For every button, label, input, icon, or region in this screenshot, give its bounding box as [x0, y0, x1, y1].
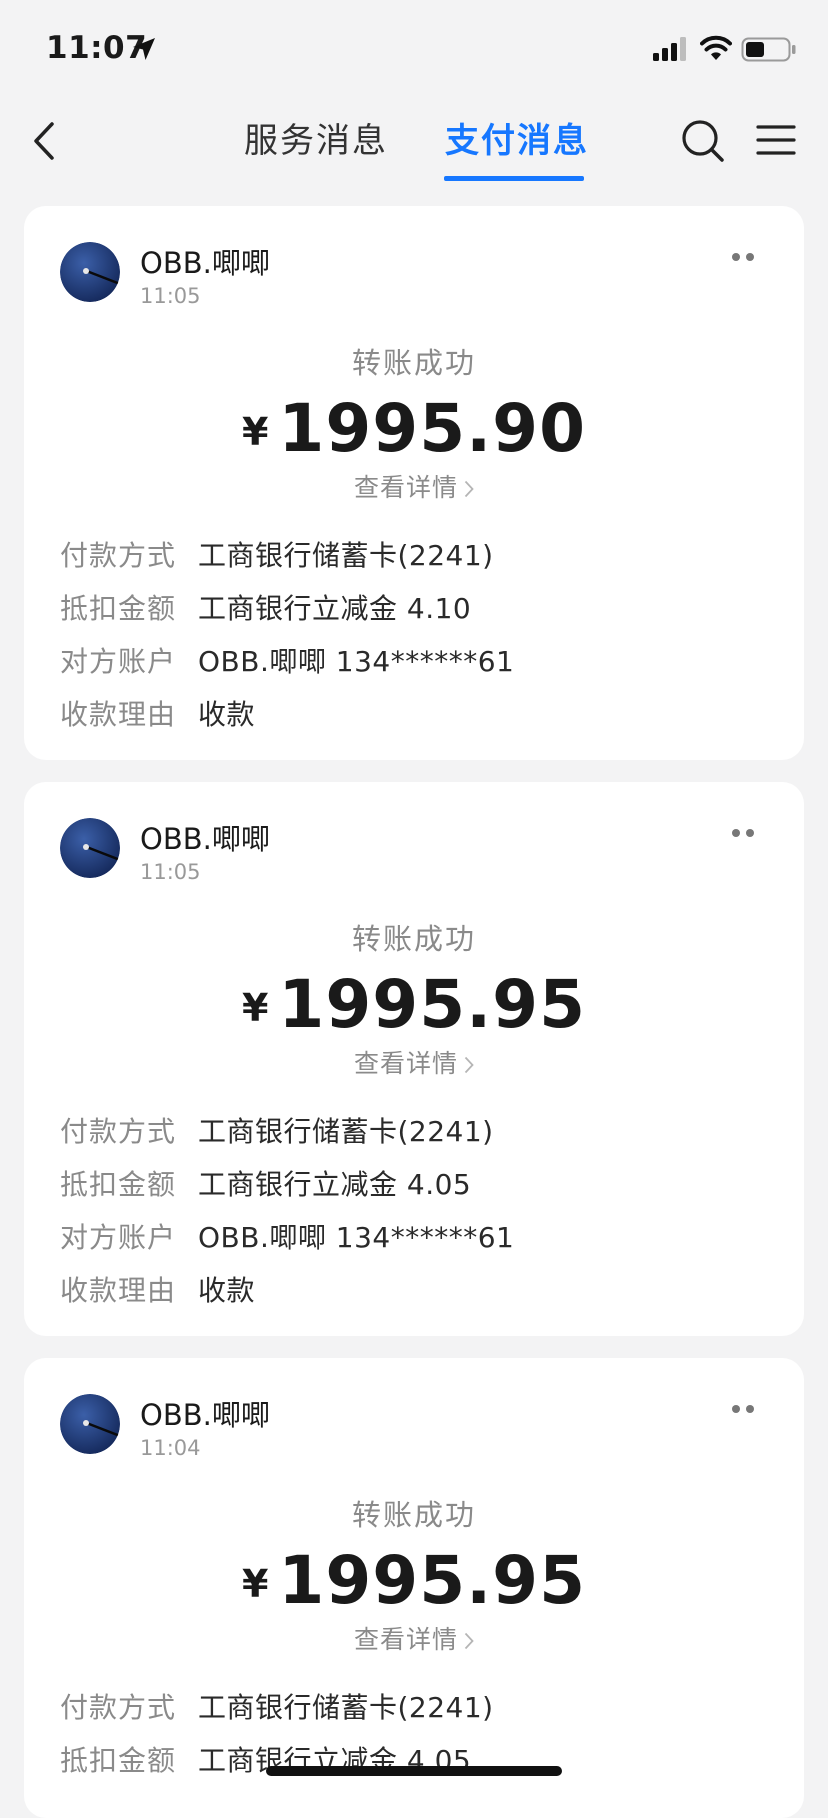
counterparty-account-label: 对方账户 [60, 645, 177, 678]
search-icon[interactable] [680, 116, 726, 166]
payment-method-row: 付款方式 工商银行储蓄卡(2241) [60, 1112, 494, 1152]
amount-value: 1995.95 [278, 966, 587, 1043]
tab-payment-messages[interactable]: 支付消息 [445, 118, 589, 164]
deduction-amount-label: 抵扣金额 [60, 1168, 177, 1201]
payment-method-value: 工商银行储蓄卡(2241) [198, 539, 494, 572]
message-time: 11:04 [140, 1436, 201, 1460]
reason-row: 收款理由 收款 [60, 695, 255, 735]
currency-symbol: ¥ [241, 1562, 269, 1606]
transfer-status: 转账成功 [351, 922, 476, 956]
battery-icon [741, 37, 796, 62]
back-chevron-icon[interactable] [28, 118, 64, 164]
more-options-icon[interactable] [728, 1402, 758, 1416]
avatar[interactable] [60, 1394, 120, 1454]
counterparty-account-value: OBB.唧唧 134******61 [198, 1221, 515, 1254]
reason-label: 收款理由 [60, 698, 177, 731]
message-time: 11:05 [140, 284, 201, 308]
sender-name: OBB.唧唧 [140, 1398, 270, 1432]
view-details-label: 查看详情 [353, 1049, 458, 1078]
payment-method-label: 付款方式 [60, 1691, 177, 1724]
payment-method-label: 付款方式 [60, 1115, 177, 1148]
view-details-link[interactable]: 查看详情 [24, 468, 804, 504]
view-details-label: 查看详情 [353, 473, 458, 502]
deduction-amount-label: 抵扣金额 [60, 592, 177, 625]
wifi-icon [700, 35, 732, 60]
counterparty-account-label: 对方账户 [60, 1221, 177, 1254]
transfer-amount: ¥1995.95 [24, 1542, 804, 1619]
payment-method-row: 付款方式 工商银行储蓄卡(2241) [60, 536, 494, 576]
reason-row: 收款理由 收款 [60, 1271, 255, 1311]
menu-icon[interactable] [756, 122, 796, 158]
deduction-amount-label: 抵扣金额 [60, 1744, 177, 1777]
active-tab-indicator [444, 176, 584, 181]
chevron-right-icon [464, 480, 474, 498]
counterparty-account-row: 对方账户 OBB.唧唧 134******61 [60, 1218, 514, 1258]
avatar[interactable] [60, 242, 120, 302]
payment-message-card[interactable]: OBB.唧唧 11:05 转账成功 ¥1995.90 查看详情 付款方式 工商银行… [24, 206, 804, 760]
deduction-amount-row: 抵扣金额 工商银行立减金 4.05 [60, 1165, 471, 1205]
chevron-right-icon [464, 1632, 474, 1650]
counterparty-account-value: OBB.唧唧 134******61 [198, 645, 515, 678]
reason-value: 收款 [198, 1274, 256, 1307]
status-bar: 11:07 [0, 0, 828, 100]
counterparty-account-row: 对方账户 OBB.唧唧 134******61 [60, 642, 514, 682]
sender-name: OBB.唧唧 [140, 822, 270, 856]
more-options-icon[interactable] [728, 250, 758, 264]
view-details-link[interactable]: 查看详情 [24, 1044, 804, 1080]
view-details-link[interactable]: 查看详情 [24, 1620, 804, 1656]
deduction-amount-row: 抵扣金额 工商银行立减金 4.10 [60, 589, 471, 629]
cellular-signal-icon [653, 37, 686, 61]
amount-value: 1995.90 [278, 390, 587, 467]
avatar[interactable] [60, 818, 120, 878]
payment-method-value: 工商银行储蓄卡(2241) [198, 1115, 494, 1148]
more-options-icon[interactable] [728, 826, 758, 840]
deduction-amount-value: 工商银行立减金 4.05 [198, 1168, 472, 1201]
transfer-status: 转账成功 [351, 1498, 476, 1532]
transfer-amount: ¥1995.95 [24, 966, 804, 1043]
location-arrow-icon [133, 38, 155, 60]
deduction-amount-value: 工商银行立减金 4.10 [198, 592, 472, 625]
transfer-amount: ¥1995.90 [24, 390, 804, 467]
payment-method-row: 付款方式 工商银行储蓄卡(2241) [60, 1688, 494, 1728]
tab-service-messages[interactable]: 服务消息 [244, 118, 388, 164]
view-details-label: 查看详情 [353, 1625, 458, 1654]
payment-method-value: 工商银行储蓄卡(2241) [198, 1691, 494, 1724]
payment-message-card[interactable]: OBB.唧唧 11:04 转账成功 ¥1995.95 查看详情 付款方式 工商银行… [24, 1358, 804, 1818]
currency-symbol: ¥ [241, 986, 269, 1030]
sender-name: OBB.唧唧 [140, 246, 270, 280]
nav-bar: 服务消息 支付消息 [0, 100, 828, 190]
transfer-status: 转账成功 [351, 346, 476, 380]
chevron-right-icon [464, 1056, 474, 1074]
payment-method-label: 付款方式 [60, 539, 177, 572]
reason-label: 收款理由 [60, 1274, 177, 1307]
reason-value: 收款 [198, 698, 256, 731]
message-time: 11:05 [140, 860, 201, 884]
amount-value: 1995.95 [278, 1542, 587, 1619]
payment-message-card[interactable]: OBB.唧唧 11:05 转账成功 ¥1995.95 查看详情 付款方式 工商银行… [24, 782, 804, 1336]
home-indicator[interactable] [266, 1766, 562, 1776]
currency-symbol: ¥ [241, 410, 269, 454]
